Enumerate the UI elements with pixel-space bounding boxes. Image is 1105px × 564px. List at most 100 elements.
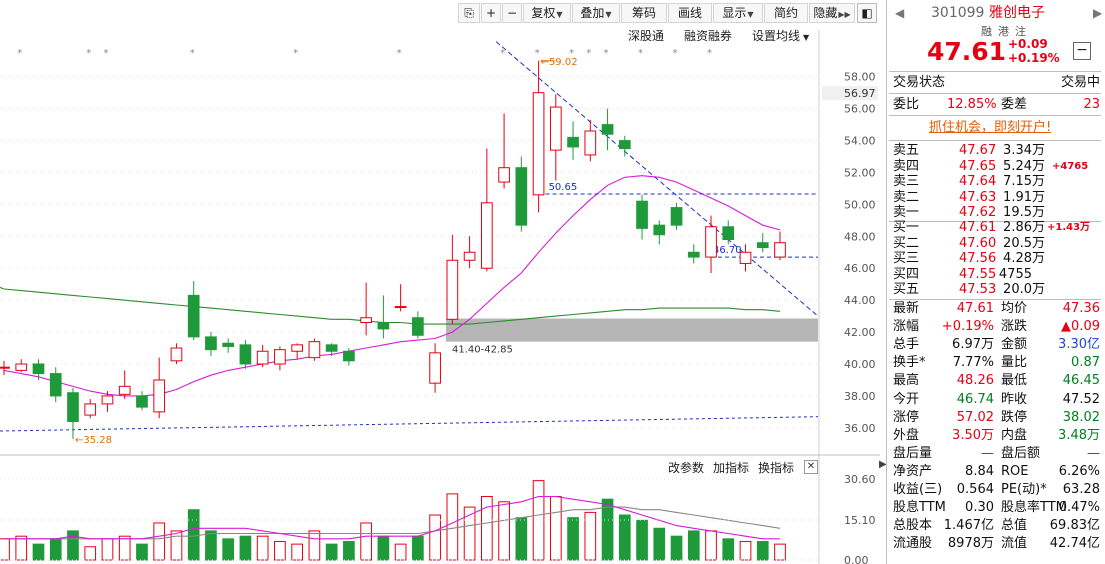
candle-body — [325, 344, 338, 352]
volume-bar — [722, 538, 735, 561]
stat-value: 47.52 — [1062, 391, 1100, 407]
volume-bar — [291, 543, 304, 561]
support-zone — [446, 318, 818, 342]
stat-label: 股息TTM — [893, 500, 946, 516]
collapse-side-button[interactable]: ◧ — [857, 3, 877, 23]
candle-body — [567, 136, 579, 148]
candle-body — [532, 92, 545, 196]
candle-body — [412, 317, 424, 336]
volume-bar — [84, 546, 97, 561]
stat-row: 流通股 8978万 流值 42.74亿 — [887, 535, 1105, 553]
fuquan-button[interactable]: 复权▼ — [523, 3, 571, 23]
stat-row: 涨幅 +0.19% 涨跌 ▲0.09 — [887, 318, 1105, 336]
stat-value: 7.77% — [952, 355, 994, 371]
stat-label: 金额 — [1001, 337, 1028, 353]
volume-bar — [515, 517, 528, 561]
bid-level-label: 买五 — [893, 282, 920, 298]
edit-params-link[interactable]: 改参数 — [668, 460, 704, 476]
price-change-pct: +0.19% — [1008, 51, 1060, 65]
volume-bar — [584, 511, 597, 561]
stat-row: 外盘 3.50万 内盘 3.48万 — [887, 427, 1105, 445]
volume-bar — [15, 535, 28, 561]
ma-settings-link[interactable]: 设置均线 ▼ — [752, 28, 809, 46]
candle-body — [774, 242, 786, 258]
stat-value: — — [1087, 445, 1100, 461]
candle-body — [756, 242, 769, 249]
candle-body — [446, 259, 459, 320]
volume-bar — [205, 530, 217, 561]
volume-bar — [187, 509, 200, 561]
open-account-promo-link[interactable]: 抓住机会，即刻开户! — [929, 119, 1051, 137]
collapse-quote-button[interactable]: − — [1073, 42, 1091, 60]
next-stock-icon[interactable]: ▶ — [1093, 4, 1102, 22]
simple-button[interactable]: 简约 — [764, 3, 808, 23]
candle-body — [239, 344, 252, 365]
weibi-value: 12.85% — [947, 97, 997, 112]
volume-bar — [739, 540, 752, 561]
candle-body — [653, 224, 666, 236]
event-star-icon: * — [190, 48, 195, 59]
price-tick-label: 44.00 — [844, 294, 876, 307]
stat-label: 昨收 — [1001, 391, 1028, 407]
event-star-icon: * — [17, 48, 22, 59]
close-indicator-button[interactable]: ✕ — [804, 460, 818, 474]
volume-bar — [705, 530, 717, 561]
zoom-in-button[interactable]: + — [481, 3, 501, 23]
stat-row: 今开 46.74 昨收 47.52 — [887, 391, 1105, 409]
candle-body — [480, 202, 493, 269]
chips-label: 筹码 — [631, 6, 656, 20]
volume-bar — [394, 543, 407, 561]
stock-app: 58.00 56.00 54.00 52.00 50.00 48.00 46.00 44.00… — [0, 0, 1105, 564]
stat-label: 外盘 — [893, 427, 920, 443]
overlay-button[interactable]: 叠加▼ — [572, 3, 620, 23]
stat-value: 8.84 — [965, 463, 994, 479]
volume-tick-label: 15.10 — [844, 514, 876, 527]
stat-value: 46.74 — [956, 391, 994, 407]
display-label: 显示 — [722, 6, 747, 20]
shenzhen-connect-link[interactable]: 深股通 — [628, 28, 664, 44]
stat-value: — — [981, 445, 994, 461]
stat-label: 净资产 — [893, 463, 933, 479]
overlay-label: 叠加 — [580, 6, 605, 20]
event-star-icon: * — [86, 48, 91, 59]
plus-icon: + — [485, 6, 497, 20]
event-star-icon: * — [397, 48, 402, 59]
candle-body — [377, 322, 390, 330]
volume-bar — [377, 535, 390, 561]
candle-body — [705, 226, 717, 258]
candle-body — [722, 226, 735, 241]
stat-label: 今开 — [893, 391, 920, 407]
volume-tick-label: 30.60 — [844, 473, 876, 486]
bid-row: 买五 47.53 20.0 万 — [887, 281, 1105, 299]
switch-indicator-link[interactable]: 换指标 — [758, 460, 794, 476]
draw-line-button[interactable]: 画线 — [668, 3, 712, 23]
chips-button[interactable]: 筹码 — [621, 3, 667, 23]
stat-value: 47.61 — [956, 301, 994, 316]
kline-chart-panel[interactable]: 58.00 56.00 54.00 52.00 50.00 48.00 46.00 44.00… — [0, 0, 880, 564]
display-button[interactable]: 显示▼ — [713, 3, 763, 23]
price-tick-label: 48.00 — [844, 230, 876, 243]
candle-body — [394, 306, 407, 309]
bid-volume: 20.0 — [1003, 282, 1032, 298]
kline-chart-svg[interactable]: 58.00 56.00 54.00 52.00 50.00 48.00 46.00 44.00… — [0, 0, 880, 564]
zoom-out-button[interactable]: − — [502, 3, 522, 23]
volume-bar — [170, 530, 183, 561]
candle-body — [49, 373, 62, 397]
weicha-value: 23 — [1083, 97, 1100, 112]
prev-stock-icon[interactable]: ◀ — [895, 4, 904, 22]
stat-value: 8978万 — [947, 536, 994, 552]
volume-bar — [567, 517, 579, 561]
draw-line-label: 画线 — [677, 6, 702, 20]
stat-value: 48.26 — [956, 373, 994, 389]
stat-value: 63.28 — [1062, 482, 1100, 497]
lock-icon-button[interactable]: ⎘ — [458, 3, 480, 23]
add-indicator-link[interactable]: 加指标 — [713, 460, 749, 476]
volume-bar — [412, 535, 424, 561]
volume-bar — [67, 530, 79, 561]
hide-button[interactable]: 隐藏▶▶ — [809, 3, 855, 23]
trade-status-label: 交易状态 — [893, 75, 946, 90]
price-tick-label: 58.00 — [844, 71, 876, 84]
margin-trading-link[interactable]: 融资融券 — [684, 28, 732, 44]
minus-icon: − — [506, 6, 518, 20]
volume-bar — [532, 480, 545, 561]
